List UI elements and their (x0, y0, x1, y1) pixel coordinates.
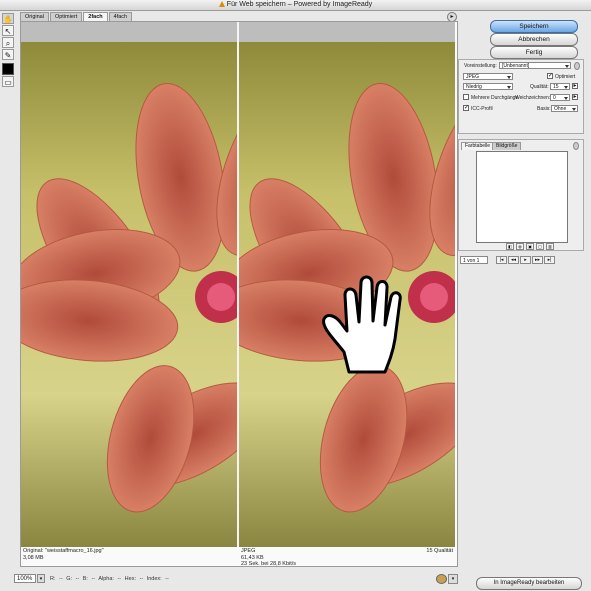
view-tabs: Original Optimiert 2fach 4fach (20, 12, 133, 21)
tab-optimized[interactable]: Optimiert (49, 12, 83, 21)
color-table-menu-icon[interactable] (573, 142, 579, 150)
original-filesize: 3,08 MB (23, 554, 44, 561)
quality-label: Qualität: (530, 84, 549, 90)
pane-top-bar (239, 22, 455, 42)
optimize-settings-panel: Voreinstellung: [Unbenannt] JPEG ✓ Optim… (458, 59, 584, 134)
toggle-slices-icon[interactable]: ▭ (2, 76, 14, 87)
map-color-icon[interactable]: ◧ (506, 243, 514, 250)
save-button[interactable]: Speichern (490, 20, 578, 33)
cancel-button[interactable]: Abbrechen (490, 33, 578, 46)
preset-select[interactable]: [Unbenannt] (499, 62, 571, 69)
original-image[interactable] (21, 42, 237, 547)
color-swatch[interactable] (2, 63, 14, 75)
preset-label: Voreinstellung: (464, 63, 497, 69)
blur-field[interactable]: 0 (550, 94, 570, 101)
title-bar: Für Web speichern – Powered by ImageRead… (0, 0, 591, 11)
blur-slider-icon[interactable]: ▸ (572, 94, 578, 100)
play-icon[interactable]: ▸ (520, 256, 531, 264)
tab-4up[interactable]: 4fach (108, 12, 133, 21)
frame-counter: 1 von 1 (460, 256, 488, 264)
edit-in-imageready-button[interactable]: In ImageReady bearbeiten (476, 577, 582, 590)
preview-browser-icon[interactable] (436, 574, 447, 584)
quality-preset-select[interactable]: Niedrig (463, 83, 513, 90)
optimized-download-time: 23 Sek. bei 28,8 Kbit/s (241, 561, 297, 567)
color-readout: R: -- G: -- B: -- Alpha: -- Hex: -- Inde… (50, 576, 169, 582)
lock-color-icon[interactable]: ▣ (526, 243, 534, 250)
tab-color-table[interactable]: Farbtabelle (461, 142, 495, 150)
progressive-checkbox[interactable] (463, 94, 469, 100)
pane-top-bar (21, 22, 237, 42)
warning-icon (218, 1, 225, 7)
original-pane: Original: "weisstaffmacro_16.jpg" 3,08 M… (21, 22, 237, 561)
optimized-info: JPEG 61,43 KB 23 Sek. bei 28,8 Kbit/s 15… (241, 548, 453, 568)
browser-dropdown-icon[interactable]: ▾ (448, 574, 458, 584)
first-frame-icon[interactable]: |◂ (496, 256, 507, 264)
optimized-checkbox[interactable]: ✓ (547, 73, 553, 79)
blur-label: Weichzeichnen: (515, 95, 551, 101)
status-bar: 100% ▾ R: -- G: -- B: -- Alpha: -- Hex: … (14, 574, 460, 586)
color-table-grid[interactable] (476, 151, 568, 243)
animation-controls: 1 von 1 |◂ ◂◂ ▸ ▸▸ ▸| (458, 256, 584, 266)
tab-2up[interactable]: 2fach (83, 12, 108, 21)
hand-tool-icon[interactable]: ✋ (2, 13, 14, 24)
quality-field[interactable]: 15 (550, 83, 570, 90)
trash-icon[interactable]: ▥ (546, 243, 554, 250)
settings-menu-icon[interactable] (574, 62, 580, 70)
image-view-area: Original: "weisstaffmacro_16.jpg" 3,08 M… (20, 21, 458, 567)
web-shift-icon[interactable]: ◍ (516, 243, 524, 250)
eyedropper-tool-icon[interactable]: ✎ (2, 49, 14, 60)
optimized-pane: JPEG 61,43 KB 23 Sek. bei 28,8 Kbit/s 15… (239, 22, 455, 567)
previous-frame-icon[interactable]: ◂◂ (508, 256, 519, 264)
tab-image-size[interactable]: Bildgröße (492, 142, 522, 150)
window-title: Für Web speichern – Powered by ImageRead… (0, 1, 591, 8)
zoom-tool-icon[interactable]: ⌕ (2, 37, 14, 48)
tab-original[interactable]: Original (20, 12, 49, 21)
format-select[interactable]: JPEG (463, 73, 513, 80)
matte-select[interactable]: Ohne (551, 105, 578, 112)
next-frame-icon[interactable]: ▸▸ (532, 256, 543, 264)
optimized-quality: 15 Qualität (426, 548, 453, 554)
toolbox: ✋ ↖ ⌕ ✎ ▭ (1, 12, 15, 92)
original-info: Original: "weisstaffmacro_16.jpg" 3,08 M… (23, 548, 235, 561)
slice-select-tool-icon[interactable]: ↖ (2, 25, 14, 36)
progressive-label: Mehrere Durchgänge (471, 95, 519, 101)
done-button[interactable]: Fertig (490, 46, 578, 59)
zoom-field[interactable]: 100% (14, 574, 36, 583)
add-color-icon[interactable]: ▢ (536, 243, 544, 250)
optimized-label: Optimiert (555, 74, 576, 80)
optimized-image[interactable] (239, 42, 455, 547)
last-frame-icon[interactable]: ▸| (544, 256, 555, 264)
icc-profile-label: ICC-Profil (471, 106, 493, 112)
color-table-panel: Farbtabelle Bildgröße ◧ ◍ ▣ ▢ ▥ (458, 139, 584, 251)
zoom-dropdown-icon[interactable]: ▾ (37, 574, 45, 583)
matte-label: Basis: (537, 106, 551, 112)
icc-profile-checkbox[interactable]: ✓ (463, 105, 469, 111)
quality-slider-icon[interactable]: ▸ (572, 83, 578, 89)
